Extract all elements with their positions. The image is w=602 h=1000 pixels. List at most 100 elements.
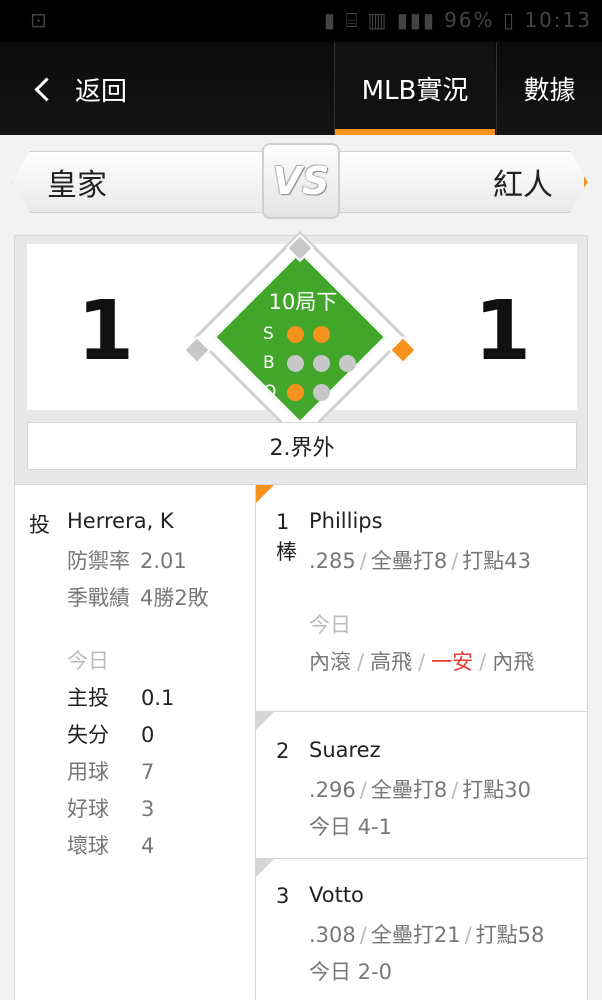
batter-name: Phillips xyxy=(309,509,383,533)
nav-bar: 返回 MLB實況 數據 xyxy=(0,42,602,135)
ball-dot xyxy=(313,354,330,372)
era-label: 防禦率 xyxy=(67,549,130,573)
stat-label: 好球 xyxy=(67,797,109,821)
stat-value: 7 xyxy=(141,760,155,784)
stat-value: 4 xyxy=(141,834,155,858)
order-number: 1 xyxy=(276,510,290,534)
ball-dot xyxy=(287,354,304,372)
separator: / xyxy=(359,923,367,947)
back-button[interactable]: 返回 xyxy=(30,62,127,116)
batter-name: Votto xyxy=(309,883,364,907)
batter-card-active[interactable]: 1 棒 Phillips .285/全壘打8/打點43 今日 內滾 / 高飛 / 一安 /… xyxy=(256,485,587,712)
strikes-label: S xyxy=(263,324,274,344)
at-bat-result: 內滾 xyxy=(309,650,351,674)
batter-rbi: 打點43 xyxy=(462,549,532,573)
outs-row: O xyxy=(263,382,339,402)
batter-rbi: 打點58 xyxy=(475,923,545,947)
batting-order: 3 xyxy=(276,884,290,908)
baseball-diamond: 10局下 S B O xyxy=(182,230,418,465)
batter-card[interactable]: 2 Suarez .296/全壘打8/打點30 今日 4-1 xyxy=(256,712,587,859)
status-icons: ▮ ⌸ ▥ ▮▮▮ 96% ▯ 10:13 xyxy=(323,8,592,32)
away-score: 1 xyxy=(473,284,531,379)
player-details: 投 Herrera, K 防禦率 2.01 季戰績 4勝2敗 今日 主投 0.1 失分… xyxy=(14,485,588,1000)
batter-season-stats: .308/全壘打21/打點58 xyxy=(309,919,544,949)
batter-hr: 全壘打8 xyxy=(370,549,448,573)
era-value: 2.01 xyxy=(140,549,187,573)
home-team-button[interactable]: 皇家 xyxy=(12,151,282,213)
pitcher-record: 季戰績 4勝2敗 xyxy=(67,582,209,612)
pitcher-name: Herrera, K xyxy=(67,509,174,533)
notification-icon: ⊡ xyxy=(30,8,47,32)
stat-value: 3 xyxy=(141,797,155,821)
separator: / xyxy=(479,650,487,674)
strike-dot xyxy=(287,325,304,343)
chevron-left-icon xyxy=(34,76,59,102)
status-bar: ⊡ ▮ ⌸ ▥ ▮▮▮ 96% ▯ 10:13 xyxy=(0,0,602,42)
batter-card[interactable]: 3 Votto .308/全壘打21/打點58 今日 2-0 xyxy=(256,859,587,1000)
batter-hr: 全壘打21 xyxy=(370,923,461,947)
stat-label: 主投 xyxy=(67,686,109,710)
batter-avg: .296 xyxy=(309,778,356,802)
batter-today-results: 內滾 / 高飛 / 一安 / 內飛 xyxy=(309,646,534,676)
batter-hr: 全壘打8 xyxy=(370,778,448,802)
stat-label: 失分 xyxy=(67,723,109,747)
batter-marker xyxy=(256,859,274,877)
separator: / xyxy=(418,650,426,674)
stat-value: 0 xyxy=(141,723,155,747)
ball-dot xyxy=(339,354,356,372)
strikes-row: S xyxy=(263,324,339,344)
batter-today: 今日 2-0 xyxy=(309,960,392,984)
outs-label: O xyxy=(263,382,277,402)
out-dot xyxy=(287,383,304,401)
separator: / xyxy=(359,549,367,573)
tab-mlb-live[interactable]: MLB實況 xyxy=(334,42,495,135)
at-bat-result: 內飛 xyxy=(492,650,535,674)
pitcher-role: 投 xyxy=(29,513,50,537)
balls-row: B xyxy=(263,353,365,373)
home-score: 1 xyxy=(77,284,135,379)
order-suffix: 棒 xyxy=(276,540,297,564)
record-label: 季戰績 xyxy=(67,586,130,610)
batting-order: 1 棒 xyxy=(276,507,297,567)
pitcher-today-label: 今日 xyxy=(67,649,109,673)
batter-marker xyxy=(256,712,274,730)
batter-avg: .285 xyxy=(309,549,356,573)
scoreboard: 1 1 10局下 S B O 2.界外 xyxy=(14,230,588,485)
batter-rbi: 打點30 xyxy=(462,778,532,802)
balls-label: B xyxy=(263,353,275,373)
batter-season-stats: .285/全壘打8/打點43 xyxy=(309,545,531,575)
pitcher-era: 防禦率 2.01 xyxy=(67,545,187,575)
separator: / xyxy=(359,778,367,802)
at-bat-result: 高飛 xyxy=(370,650,413,674)
stat-label: 用球 xyxy=(67,760,109,784)
back-label: 返回 xyxy=(75,76,128,107)
active-batter-marker xyxy=(256,485,274,503)
batter-avg: .308 xyxy=(309,923,356,947)
away-team-button[interactable]: 紅人 xyxy=(322,151,588,213)
batter-today: 今日 4-1 xyxy=(309,815,392,839)
separator: / xyxy=(451,778,459,802)
pitcher-panel[interactable]: 投 Herrera, K 防禦率 2.01 季戰績 4勝2敗 今日 主投 0.1 失分… xyxy=(15,485,256,1000)
pitcher-stat-runs: 失分 0 xyxy=(67,719,154,749)
matchup-header: 皇家 紅人 VS xyxy=(0,135,602,235)
batter-season-stats: .296/全壘打8/打點30 xyxy=(309,774,531,804)
separator: / xyxy=(451,549,459,573)
stat-label: 壞球 xyxy=(67,834,109,858)
vs-badge: VS xyxy=(262,143,340,219)
batting-order: 2 xyxy=(276,739,290,763)
at-bat-result-hit: 一安 xyxy=(431,650,474,674)
stat-value: 0.1 xyxy=(141,686,175,710)
separator: / xyxy=(357,650,365,674)
batter-list: 1 棒 Phillips .285/全壘打8/打點43 今日 內滾 / 高飛 / 一安 /… xyxy=(256,485,587,1000)
pitcher-stat-strikes: 好球 3 xyxy=(67,793,154,823)
tab-stats[interactable]: 數據 xyxy=(496,42,602,135)
batter-name: Suarez xyxy=(309,738,381,762)
separator: / xyxy=(464,923,472,947)
play-result: 2.界外 xyxy=(27,422,577,470)
pitcher-stat-pitches: 用球 7 xyxy=(67,756,154,786)
pitcher-stat-innings: 主投 0.1 xyxy=(67,682,174,712)
pitcher-stat-balls: 壞球 4 xyxy=(67,830,154,860)
away-team-accent xyxy=(566,151,588,213)
strike-dot xyxy=(313,325,330,343)
inning-label: 10局下 xyxy=(268,290,338,314)
